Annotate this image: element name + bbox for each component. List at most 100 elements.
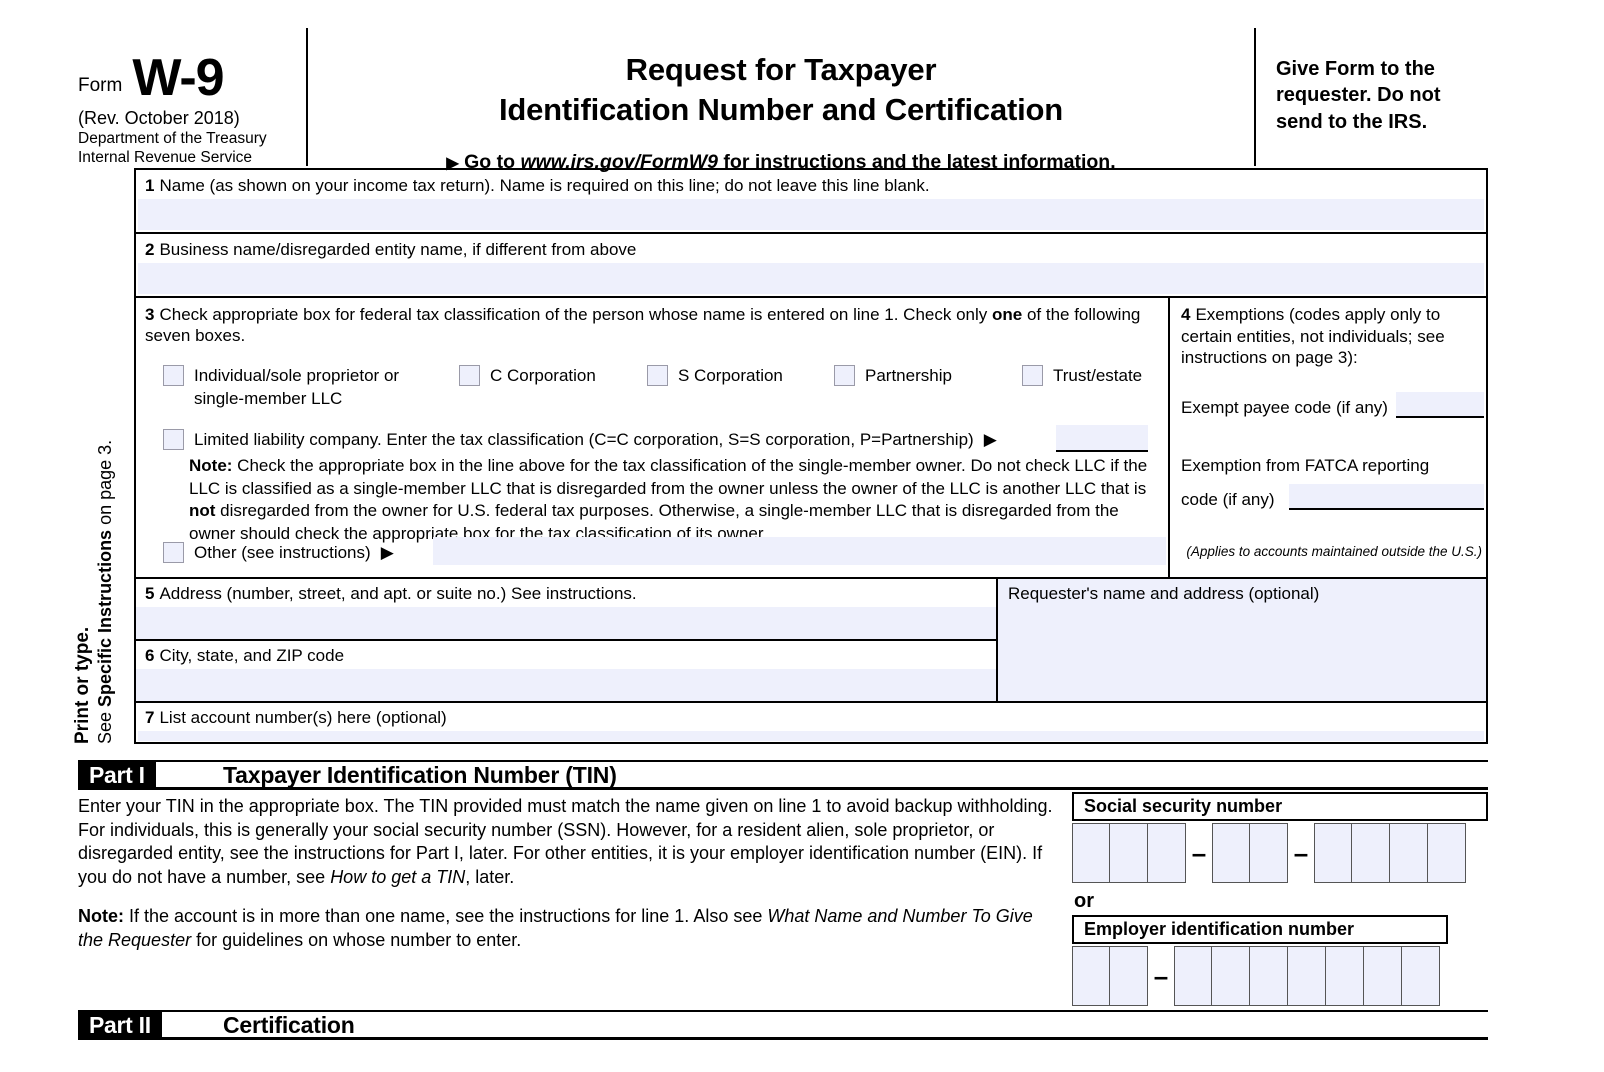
ssn-digit-6[interactable] bbox=[1314, 823, 1352, 883]
tin-entry-block: Social security number – – or Employer id… bbox=[1072, 792, 1488, 1006]
fatca-code-input[interactable] bbox=[1288, 484, 1484, 510]
ein-digit-3[interactable] bbox=[1174, 946, 1212, 1006]
part-1-instructions: Enter your TIN in the appropriate box. T… bbox=[78, 795, 1053, 952]
ssn-label: Social security number bbox=[1072, 792, 1488, 821]
header-left-block: Form W-9 (Rev. October 2018) Department … bbox=[78, 28, 306, 166]
part-1-note-bold: Note: bbox=[78, 906, 124, 927]
department-line-1: Department of the Treasury bbox=[78, 129, 267, 147]
line-7-account-numbers-input[interactable] bbox=[138, 731, 1484, 741]
see-prefix: See bbox=[95, 706, 115, 744]
requester-block: Requester's name and address (optional) bbox=[998, 579, 1486, 701]
checkbox-individual-box[interactable] bbox=[163, 365, 184, 386]
ein-label: Employer identification number bbox=[1072, 915, 1448, 944]
checkbox-individual-label: Individual/sole proprietor or single-mem… bbox=[194, 366, 400, 409]
ssn-group-1 bbox=[1072, 823, 1186, 883]
checkbox-individual-sole-proprietor[interactable]: Individual/sole proprietor or single-mem… bbox=[163, 364, 423, 410]
part-1-note-paragraph: Note: If the account is in more than one… bbox=[78, 905, 1053, 952]
part-1-body-b: , later. bbox=[465, 866, 515, 887]
vertical-instructions-sidebar: Print or type. See Specific Instructions… bbox=[72, 168, 134, 744]
line-2-business-name-input[interactable] bbox=[138, 263, 1484, 294]
line-7-label: List account number(s) here (optional) bbox=[159, 708, 447, 727]
checkbox-limited-liability-company[interactable]: Limited liability company. Enter the tax… bbox=[163, 425, 1162, 452]
checkbox-c-corporation-box[interactable] bbox=[459, 365, 480, 386]
ein-digit-8[interactable] bbox=[1364, 946, 1402, 1006]
ein-digit-2[interactable] bbox=[1110, 946, 1148, 1006]
exempt-payee-code-input[interactable] bbox=[1395, 392, 1484, 418]
ein-digit-5[interactable] bbox=[1250, 946, 1288, 1006]
checkbox-other-box[interactable] bbox=[163, 542, 184, 563]
line-5-label: Address (number, street, and apt. or sui… bbox=[159, 584, 637, 603]
line-1-name-input[interactable] bbox=[138, 199, 1484, 230]
line-3-classification-block: 3 Check appropriate box for federal tax c… bbox=[136, 298, 1170, 577]
llc-tax-classification-input[interactable] bbox=[1056, 425, 1148, 452]
checkbox-partnership-box[interactable] bbox=[834, 365, 855, 386]
checkbox-llc-box[interactable] bbox=[163, 429, 184, 450]
line-1-label-wrap: 1 Name (as shown on your income tax retur… bbox=[136, 170, 1486, 196]
line-3-note: Note: Check the appropriate box in the l… bbox=[189, 455, 1162, 545]
fatca-label-line-1: Exemption from FATCA reporting bbox=[1181, 456, 1430, 475]
ssn-digit-7[interactable] bbox=[1352, 823, 1390, 883]
part-1-title: Taxpayer Identification Number (TIN) bbox=[223, 762, 617, 788]
checkbox-trust-estate[interactable]: Trust/estate bbox=[1022, 364, 1142, 387]
line-3-and-4-row: 3 Check appropriate box for federal tax c… bbox=[136, 298, 1486, 579]
other-classification-input[interactable] bbox=[433, 537, 1166, 565]
line-3-intro-bold: one bbox=[992, 305, 1023, 324]
ssn-digit-4[interactable] bbox=[1212, 823, 1250, 883]
line-5-label-wrap: 5 Address (number, street, and apt. or su… bbox=[136, 579, 996, 604]
line-6-city-state-zip-row: 6 City, state, and ZIP code bbox=[136, 641, 996, 701]
see-bold: Specific Instructions bbox=[95, 529, 115, 707]
checkbox-partnership-label: Partnership bbox=[865, 366, 952, 385]
line-6-city-state-zip-input[interactable] bbox=[136, 669, 996, 701]
checkbox-s-corporation[interactable]: S Corporation bbox=[647, 364, 783, 387]
checkbox-trust-estate-box[interactable] bbox=[1022, 365, 1043, 386]
ssn-digit-1[interactable] bbox=[1072, 823, 1110, 883]
part-1-body-italic: How to get a TIN bbox=[330, 866, 466, 887]
line-5-address-input[interactable] bbox=[136, 607, 996, 639]
ssn-digit-5[interactable] bbox=[1250, 823, 1288, 883]
or-label: or bbox=[1074, 890, 1094, 912]
ssn-digit-3[interactable] bbox=[1148, 823, 1186, 883]
part-2-title: Certification bbox=[223, 1012, 355, 1038]
line-4-heading-wrap: 4 Exemptions (codes apply only to certain… bbox=[1181, 304, 1486, 369]
ein-input-row[interactable]: – bbox=[1072, 946, 1488, 1006]
requester-label: Requester's name and address (optional) bbox=[1008, 584, 1320, 603]
form-body-box: 1 Name (as shown on your income tax retur… bbox=[134, 168, 1488, 744]
ein-digit-7[interactable] bbox=[1326, 946, 1364, 1006]
department-line-2: Internal Revenue Service bbox=[78, 149, 253, 167]
checkbox-partnership[interactable]: Partnership bbox=[834, 364, 952, 387]
line-6-label-wrap: 6 City, state, and ZIP code bbox=[136, 641, 996, 666]
ein-digit-9[interactable] bbox=[1402, 946, 1440, 1006]
header-center-block: Request for Taxpayer Identification Numb… bbox=[308, 28, 1254, 173]
fatca-label-line-2: code (if any) bbox=[1181, 490, 1275, 509]
line-1-number: 1 bbox=[145, 176, 155, 195]
checkbox-c-corporation[interactable]: C Corporation bbox=[459, 364, 596, 387]
fatca-applies-note: (Applies to accounts maintained outside … bbox=[1186, 544, 1482, 559]
line-7-account-numbers-row: 7 List account number(s) here (optional) bbox=[136, 703, 1486, 742]
form-number-title: W-9 bbox=[132, 49, 224, 107]
line-3-intro: 3 Check appropriate box for federal tax c… bbox=[136, 298, 1168, 347]
checkbox-other[interactable]: Other (see instructions) ▶ bbox=[163, 537, 1168, 565]
ein-digit-4[interactable] bbox=[1212, 946, 1250, 1006]
line-4-number: 4 bbox=[1181, 305, 1191, 324]
see-suffix: on page 3. bbox=[95, 439, 115, 530]
line-7-label-wrap: 7 List account number(s) here (optional) bbox=[136, 703, 1486, 728]
line-1-label: Name (as shown on your income tax return… bbox=[159, 176, 930, 195]
ssn-digit-9[interactable] bbox=[1428, 823, 1466, 883]
ein-digit-1[interactable] bbox=[1072, 946, 1110, 1006]
w9-form-page: Form W-9 (Rev. October 2018) Department … bbox=[0, 0, 1604, 1072]
line-3-note-bold-2: not bbox=[189, 501, 216, 521]
ssn-input-row[interactable]: – – bbox=[1072, 823, 1488, 883]
line-1-name-row: 1 Name (as shown on your income tax retur… bbox=[136, 170, 1486, 234]
line-3-number: 3 bbox=[145, 305, 155, 324]
ssn-digit-8[interactable] bbox=[1390, 823, 1428, 883]
checkbox-s-corporation-box[interactable] bbox=[647, 365, 668, 386]
part-1-header-bar: Part I Taxpayer Identification Number (T… bbox=[78, 760, 1488, 790]
line-2-label: Business name/disregarded entity name, i… bbox=[159, 240, 637, 259]
address-block: 5 Address (number, street, and apt. or su… bbox=[136, 579, 998, 701]
ssn-digit-2[interactable] bbox=[1110, 823, 1148, 883]
line-5-address-row: 5 Address (number, street, and apt. or su… bbox=[136, 579, 996, 641]
part-1-note-a: If the account is in more than one name,… bbox=[124, 906, 768, 927]
ssn-group-3 bbox=[1314, 823, 1466, 883]
line-6-label: City, state, and ZIP code bbox=[159, 646, 345, 665]
ein-digit-6[interactable] bbox=[1288, 946, 1326, 1006]
